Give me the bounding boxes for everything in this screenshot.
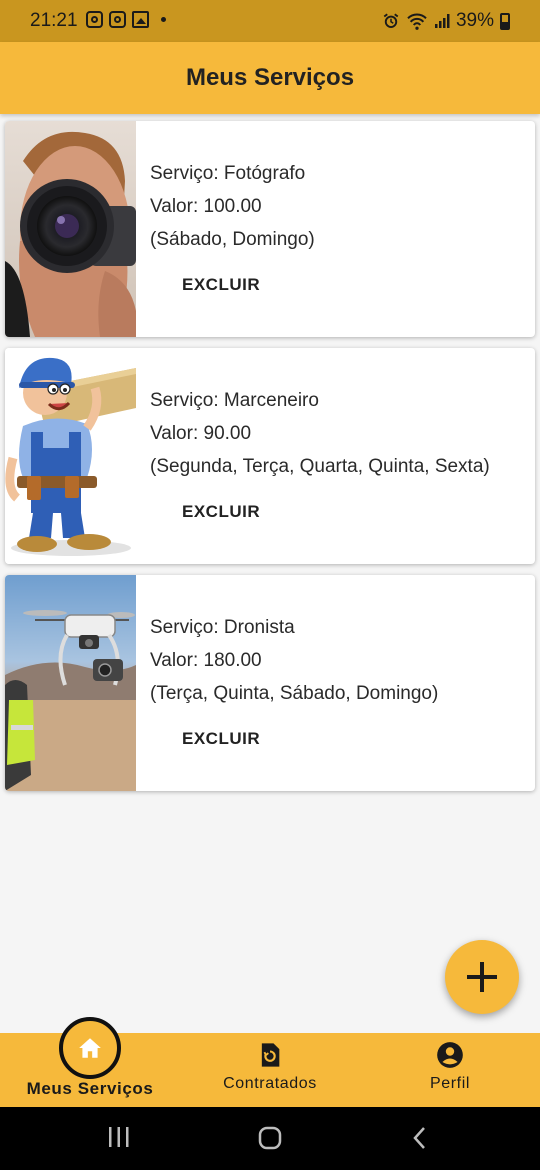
more-notifications-icon xyxy=(161,17,166,22)
service-name: Serviço: Marceneiro xyxy=(150,390,319,411)
nav-label: Perfil xyxy=(429,1075,471,1092)
status-bar: 21:21 39% xyxy=(0,0,540,42)
back-icon[interactable] xyxy=(410,1125,428,1151)
system-icons: 39% xyxy=(382,10,510,32)
alarm-icon xyxy=(383,13,399,28)
photographer-photo xyxy=(5,121,136,337)
service-days: (Terça, Quinta, Sábado, Domingo) xyxy=(150,683,439,704)
wifi-icon xyxy=(407,13,427,30)
service-info: Serviço: Marceneiro Valor: 90.00 (Segund… xyxy=(150,384,490,483)
bottom-nav: Meus Serviços Contratados Perfil xyxy=(0,1017,540,1107)
nav-item-perfil[interactable]: Perfil xyxy=(360,1033,540,1107)
system-nav-bar xyxy=(0,1107,540,1170)
service-card: Serviço: Fotógrafo Valor: 100.00 (Sábado… xyxy=(5,121,535,337)
signal-icon xyxy=(434,14,450,28)
service-days: (Sábado, Domingo) xyxy=(150,229,315,250)
service-name: Serviço: Dronista xyxy=(150,617,295,638)
add-service-button[interactable] xyxy=(445,940,519,1014)
nav-item-contratados[interactable]: Contratados xyxy=(180,1033,360,1107)
plus-icon xyxy=(467,962,497,992)
service-card: Serviço: Marceneiro Valor: 90.00 (Segund… xyxy=(5,348,535,564)
service-card: Serviço: Dronista Valor: 180.00 (Terça, … xyxy=(5,575,535,791)
delete-button[interactable]: EXCLUIR xyxy=(170,725,272,753)
page-title: Meus Serviços xyxy=(185,64,355,91)
home-nav-icon[interactable] xyxy=(257,1125,283,1151)
drone-photo xyxy=(5,575,136,791)
service-name: Serviço: Fotógrafo xyxy=(150,163,306,184)
account-icon xyxy=(436,1041,464,1069)
service-value: Valor: 180.00 xyxy=(150,650,262,671)
service-info: Serviço: Dronista Valor: 180.00 (Terça, … xyxy=(150,611,438,710)
service-days: (Segunda, Terça, Quarta, Quinta, Sexta) xyxy=(150,456,490,477)
battery-icon xyxy=(500,12,510,30)
service-value: Valor: 100.00 xyxy=(150,196,262,217)
service-info: Serviço: Fotógrafo Valor: 100.00 (Sábado… xyxy=(150,157,315,256)
carpenter-cartoon xyxy=(5,348,136,564)
gallery-icon xyxy=(132,11,149,28)
active-indicator xyxy=(59,1017,121,1079)
battery-percent: 39% xyxy=(455,10,494,31)
recent-apps-icon[interactable] xyxy=(108,1125,130,1149)
nav-item-meus-servicos[interactable]: Meus Serviços xyxy=(0,1017,180,1107)
service-value: Valor: 90.00 xyxy=(150,423,252,444)
nav-label: Contratados xyxy=(223,1075,317,1092)
instagram-icon xyxy=(109,11,126,28)
notification-icons xyxy=(86,11,166,28)
app-bar: Meus Serviços xyxy=(0,42,540,114)
status-time: 21:21 xyxy=(30,10,78,31)
contract-icon xyxy=(256,1041,284,1069)
instagram-icon xyxy=(86,11,103,28)
home-icon xyxy=(79,1038,101,1058)
delete-button[interactable]: EXCLUIR xyxy=(170,498,272,526)
delete-button[interactable]: EXCLUIR xyxy=(170,271,272,299)
nav-label: Meus Serviços xyxy=(26,1079,154,1098)
